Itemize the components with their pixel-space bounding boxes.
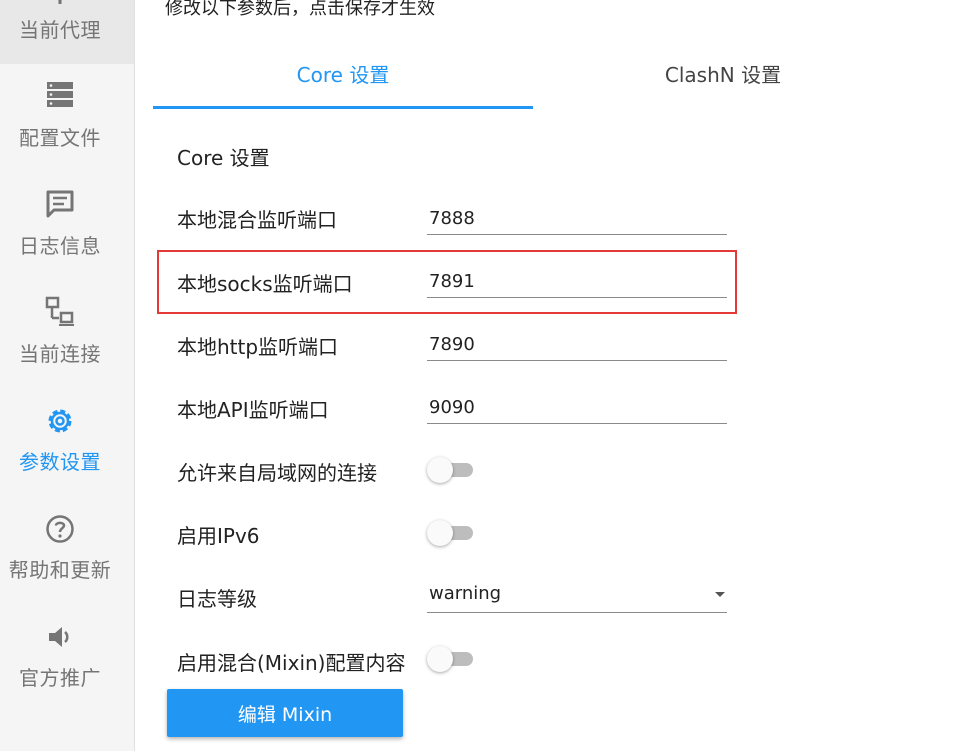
socks-port-field bbox=[427, 267, 727, 298]
api-port-field bbox=[427, 393, 727, 424]
mixed-port-input[interactable] bbox=[427, 204, 721, 232]
mixin-label: 启用混合(Mixin)配置内容 bbox=[177, 651, 406, 675]
server-icon bbox=[47, 82, 73, 107]
sidebar-item-label: 参数设置 bbox=[19, 450, 101, 474]
mixin-toggle[interactable] bbox=[427, 646, 473, 672]
sidebar-item-help[interactable]: 帮助和更新 bbox=[0, 496, 134, 604]
speaker-icon bbox=[49, 627, 69, 647]
sidebar-item-current-proxy[interactable]: 当前代理 bbox=[0, 0, 134, 64]
log-level-select[interactable]: warning bbox=[427, 580, 727, 613]
edit-mixin-button[interactable]: 编辑 Mixin bbox=[167, 689, 403, 737]
message-icon bbox=[46, 190, 74, 218]
http-port-input[interactable] bbox=[427, 330, 721, 358]
mixed-port-label: 本地混合监听端口 bbox=[177, 208, 337, 232]
gear-icon bbox=[48, 409, 72, 433]
mixed-port-field bbox=[427, 204, 727, 235]
sidebar-item-label: 官方推广 bbox=[19, 666, 101, 690]
sidebar-item-logs[interactable]: 日志信息 bbox=[0, 172, 134, 280]
allow-lan-label: 允许来自局域网的连接 bbox=[177, 461, 377, 485]
socks-port-input[interactable] bbox=[427, 267, 721, 295]
sidebar-item-connections[interactable]: 当前连接 bbox=[0, 280, 134, 388]
sidebar: 当前代理 配置文件 日志信息 当前连接 参数设置 帮助和更新 官方推广 bbox=[0, 0, 135, 751]
network-icon bbox=[45, 296, 74, 326]
ipv6-label: 启用IPv6 bbox=[177, 524, 260, 548]
tab-indicator bbox=[153, 106, 533, 109]
sidebar-item-label: 当前代理 bbox=[19, 18, 101, 42]
sidebar-item-label: 帮助和更新 bbox=[8, 558, 112, 582]
allow-lan-toggle[interactable] bbox=[427, 457, 473, 483]
sidebar-item-label: 日志信息 bbox=[19, 234, 101, 258]
sidebar-item-label: 配置文件 bbox=[19, 126, 101, 150]
sidebar-item-settings[interactable]: 参数设置 bbox=[0, 388, 134, 496]
ipv6-toggle[interactable] bbox=[427, 520, 473, 546]
tab-core-settings[interactable]: Core 设置 bbox=[153, 58, 533, 110]
help-icon bbox=[46, 515, 74, 543]
section-title: Core 设置 bbox=[177, 146, 270, 170]
log-level-label: 日志等级 bbox=[177, 587, 257, 611]
http-port-label: 本地http监听端口 bbox=[177, 335, 339, 359]
notice-text: 修改以下参数后，点击保存才生效 bbox=[165, 0, 435, 19]
chevron-down-icon bbox=[715, 592, 725, 597]
api-port-label: 本地API监听端口 bbox=[177, 398, 329, 422]
toggle-thumb bbox=[427, 520, 453, 546]
toggle-thumb bbox=[427, 646, 453, 672]
socks-port-label: 本地socks监听端口 bbox=[177, 272, 353, 296]
toggle-thumb bbox=[427, 457, 453, 483]
sidebar-item-label: 当前连接 bbox=[19, 342, 101, 366]
log-level-value: warning bbox=[429, 583, 502, 604]
http-port-field bbox=[427, 330, 727, 361]
api-port-input[interactable] bbox=[427, 393, 721, 421]
sidebar-item-promotion[interactable]: 官方推广 bbox=[0, 604, 134, 712]
sidebar-item-profiles[interactable]: 配置文件 bbox=[0, 64, 134, 172]
tab-clashn-settings[interactable]: ClashN 设置 bbox=[533, 58, 913, 110]
